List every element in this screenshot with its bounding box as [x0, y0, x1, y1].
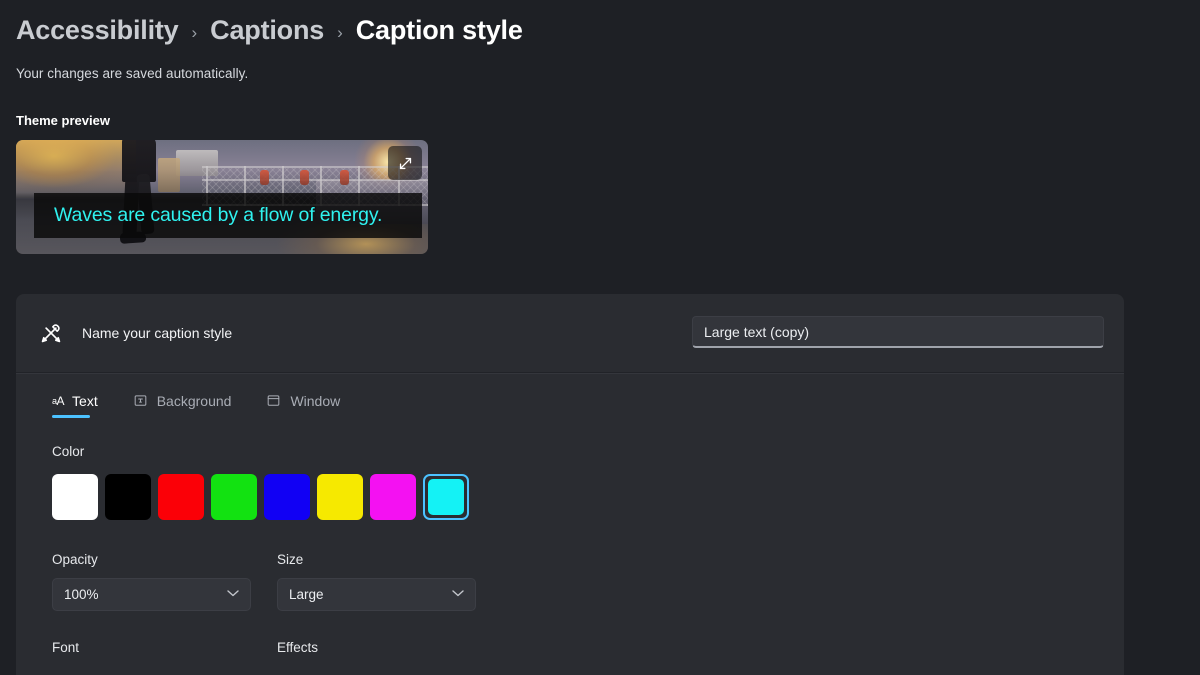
chevron-down-icon [452, 589, 464, 600]
life-buoy [260, 170, 269, 185]
theme-preview: Waves are caused by a flow of energy. [16, 140, 428, 254]
color-label: Color [52, 444, 85, 459]
color-swatch-white[interactable] [52, 474, 98, 520]
preview-caption-bar: Waves are caused by a flow of energy. [34, 193, 422, 238]
opacity-label: Opacity [52, 552, 98, 567]
breadcrumb-separator-icon: › [191, 22, 198, 42]
effects-label: Effects [277, 640, 319, 655]
caption-style-name-row: Name your caption style [16, 294, 1124, 372]
tab-window[interactable]: Window [265, 392, 340, 418]
color-swatch-list [52, 474, 1124, 520]
opacity-dropdown[interactable]: 100% [52, 578, 251, 611]
expand-diagonal-icon[interactable] [388, 146, 422, 180]
size-label: Size [277, 552, 304, 567]
aa-text-icon: aA [52, 393, 65, 408]
window-icon [265, 392, 282, 409]
breadcrumb-item-caption-style: Caption style [355, 14, 523, 45]
size-control: Size Large [277, 552, 476, 611]
text-background-icon [132, 392, 149, 409]
breadcrumb-item-captions[interactable]: Captions [210, 15, 324, 46]
font-control: Font [52, 640, 251, 655]
life-buoy [340, 170, 349, 185]
life-buoy [300, 170, 309, 185]
color-swatch-red[interactable] [158, 474, 204, 520]
font-label: Font [52, 640, 80, 655]
caption-style-name-input[interactable] [692, 316, 1104, 348]
breadcrumb-item-accessibility[interactable]: Accessibility [16, 15, 179, 46]
color-swatch-blue[interactable] [264, 474, 310, 520]
caption-style-settings-page: Accessibility › Captions › Caption style… [0, 0, 1200, 675]
breadcrumb-separator-icon: › [337, 22, 343, 42]
style-section-tabs: aA Text Background Window [16, 374, 1124, 418]
paintbrush-pen-icon [34, 316, 68, 350]
color-swatch-cyan[interactable] [423, 474, 469, 520]
tab-text[interactable]: aA Text [52, 392, 98, 418]
color-swatch-black[interactable] [105, 474, 151, 520]
text-tab-panel: Color Opacity 100% Size Large Font Effec… [16, 418, 1124, 655]
autosave-notice: Your changes are saved automatically. [16, 66, 249, 81]
size-value: Large [289, 587, 324, 602]
color-swatch-yellow[interactable] [317, 474, 363, 520]
tab-window-label: Window [290, 392, 341, 409]
chevron-down-icon [227, 589, 239, 600]
breadcrumb: Accessibility › Captions › Caption style [16, 0, 1184, 54]
tab-background[interactable]: Background [132, 392, 232, 418]
color-swatch-magenta[interactable] [370, 474, 416, 520]
theme-preview-label: Theme preview [16, 113, 110, 128]
tab-text-label: Text [72, 392, 98, 409]
font-effects-row: Font Effects [52, 640, 1124, 655]
opacity-control: Opacity 100% [52, 552, 251, 611]
opacity-value: 100% [64, 587, 99, 602]
size-dropdown[interactable]: Large [277, 578, 476, 611]
caption-style-name-label: Name your caption style [82, 325, 233, 341]
effects-control: Effects [277, 640, 476, 655]
caption-style-editor-card: Name your caption style aA Text Backgrou… [16, 294, 1124, 675]
opacity-size-row: Opacity 100% Size Large [52, 552, 1124, 611]
color-swatch-green[interactable] [211, 474, 257, 520]
preview-caption-text: Waves are caused by a flow of energy. [54, 204, 383, 226]
tab-background-label: Background [156, 392, 232, 409]
